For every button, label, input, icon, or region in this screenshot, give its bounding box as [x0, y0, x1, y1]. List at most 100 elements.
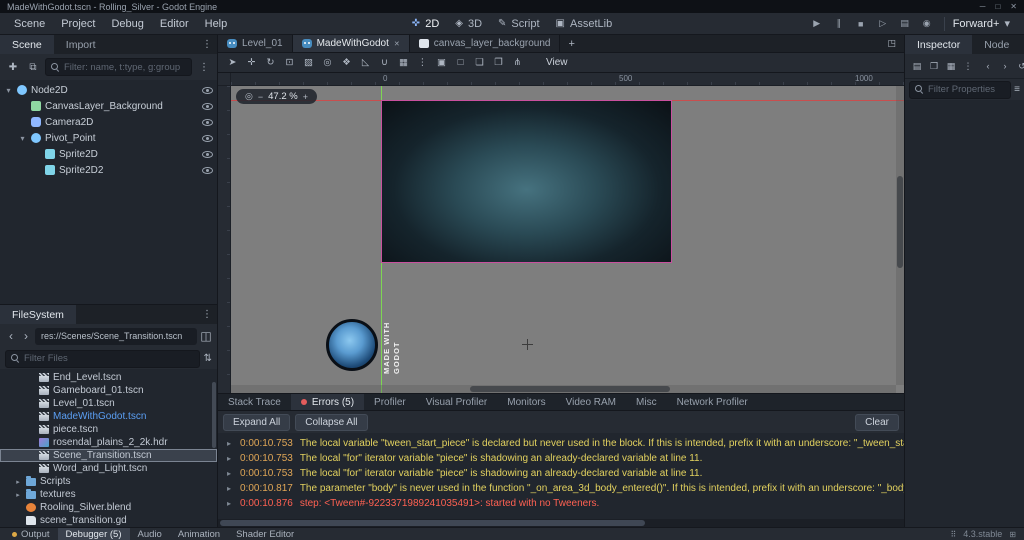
window-close-icon[interactable] [1010, 2, 1017, 11]
history-forward-icon[interactable] [998, 59, 1012, 73]
zoom-out-icon[interactable] [258, 92, 263, 102]
bottom-panel-tab[interactable]: Audio [130, 528, 170, 540]
new-scene-tab-icon[interactable] [560, 35, 582, 52]
debugger-tab[interactable]: Network Profiler [667, 394, 758, 410]
clear-button[interactable]: Clear [855, 413, 899, 431]
folder-expand-icon[interactable]: ▸ [14, 478, 22, 486]
file-row[interactable]: rosendal_plains_2_2k.hdr [0, 436, 217, 449]
file-row[interactable]: Scene_Transition.tscn [0, 449, 217, 462]
dock-menu-icon[interactable] [197, 305, 217, 324]
tab-close-icon[interactable] [394, 40, 400, 48]
error-row[interactable]: 0:00:10.817 The parameter "body" is neve… [218, 481, 904, 496]
bottom-panel-tab[interactable]: Animation [170, 528, 228, 540]
tree-expand-icon[interactable]: ▾ [18, 134, 27, 143]
scene-tree-node[interactable]: Sprite2D2 [0, 162, 217, 178]
debugger-tab[interactable]: Monitors [497, 394, 555, 410]
scene-tab[interactable]: Level_01 [218, 35, 293, 52]
menu-item[interactable]: Editor [152, 16, 197, 32]
visibility-eye-icon[interactable] [202, 150, 213, 158]
scene-tab[interactable]: MadeWithGodot [292, 35, 410, 52]
menu-item[interactable]: Help [197, 16, 236, 32]
instance-scene-icon[interactable] [25, 59, 41, 75]
nav-forward-icon[interactable] [20, 329, 32, 343]
renderer-select[interactable]: Forward+ [945, 17, 1018, 30]
workspace-tab[interactable]: 2D [412, 18, 439, 30]
tree-expand-icon[interactable]: ▾ [4, 86, 13, 95]
movie-maker-icon[interactable] [920, 17, 934, 31]
workspace-tab[interactable]: Script [498, 18, 539, 30]
expand-viewport-icon[interactable] [879, 35, 904, 52]
filter-properties-input[interactable] [928, 84, 1006, 95]
visibility-eye-icon[interactable] [202, 86, 213, 94]
nav-back-icon[interactable] [5, 329, 17, 343]
smart-snap-icon[interactable] [376, 55, 393, 71]
dock-tab[interactable]: Inspector [905, 35, 973, 54]
canvas-horizontal-scrollbar[interactable] [231, 385, 896, 393]
new-resource-icon[interactable] [910, 59, 924, 73]
current-path[interactable]: res://Scenes/Scene_Transition.tscn [35, 327, 197, 345]
canvas-2d[interactable]: MADE WITH GODOT 47.2 % [231, 86, 904, 393]
ruler-tool-icon[interactable] [357, 55, 374, 71]
file-row[interactable]: ▸ textures [0, 488, 217, 501]
visibility-eye-icon[interactable] [202, 102, 213, 110]
grid-snap-icon[interactable] [395, 55, 412, 71]
debugger-tab[interactable]: Profiler [364, 394, 416, 410]
sort-files-icon[interactable] [204, 353, 212, 364]
scrollbar-thumb[interactable] [220, 520, 646, 526]
play-scene-icon[interactable] [876, 17, 890, 31]
menu-item[interactable]: Scene [6, 16, 53, 32]
file-row[interactable]: MadeWithGodot.tscn [0, 410, 217, 423]
dock-tab[interactable]: Node [972, 35, 1022, 54]
zoom-reset-icon[interactable] [245, 91, 253, 102]
ungroup-object-icon[interactable] [490, 55, 507, 71]
scene-tree-node[interactable]: CanvasLayer_Background [0, 98, 217, 114]
group-object-icon[interactable] [471, 55, 488, 71]
debugger-tab[interactable]: Errors (5) [290, 394, 365, 410]
object-history-icon[interactable] [1015, 59, 1024, 73]
skeleton-options-icon[interactable] [509, 55, 526, 71]
filter-options-icon[interactable] [1014, 84, 1020, 95]
error-row[interactable]: 0:00:10.753 The local variable "tween_st… [218, 436, 904, 451]
file-row[interactable]: piece.tscn [0, 423, 217, 436]
scale-tool-icon[interactable] [281, 55, 298, 71]
error-row[interactable]: 0:00:10.753 The local "for" iterator var… [218, 451, 904, 466]
pivot-tool-icon[interactable] [319, 55, 336, 71]
select-region-icon[interactable] [300, 55, 317, 71]
snap-options-icon[interactable] [414, 55, 431, 71]
scene-tree-node[interactable]: ▾ Node2D [0, 82, 217, 98]
window-maximize-icon[interactable] [995, 2, 1000, 11]
error-expand-icon[interactable] [225, 469, 233, 478]
file-row[interactable]: End_Level.tscn [0, 371, 217, 384]
scene-tab[interactable]: canvas_layer_background [409, 35, 561, 52]
file-row[interactable]: ▸ Scripts [0, 475, 217, 488]
pause-icon[interactable] [832, 17, 846, 31]
resource-menu-icon[interactable] [961, 59, 975, 73]
workspace-tab[interactable]: 3D [455, 18, 482, 30]
file-row[interactable]: Word_and_Light.tscn [0, 462, 217, 475]
error-row[interactable]: 0:00:10.876 step: <Tween#-92233719892410… [218, 496, 904, 511]
error-expand-icon[interactable] [225, 454, 233, 463]
rotate-tool-icon[interactable] [262, 55, 279, 71]
menu-item[interactable]: Debug [103, 16, 151, 32]
add-node-icon[interactable] [5, 59, 21, 75]
scene-filter-input[interactable] [64, 61, 186, 73]
pan-tool-icon[interactable] [338, 55, 355, 71]
file-row[interactable]: scene_transition.gd [0, 514, 217, 527]
debugger-tab[interactable]: Stack Trace [218, 394, 291, 410]
file-row[interactable]: Gameboard_01.tscn [0, 384, 217, 397]
debugger-tab[interactable]: Misc [626, 394, 667, 410]
visibility-eye-icon[interactable] [202, 134, 213, 142]
unlock-object-icon[interactable] [452, 55, 469, 71]
scene-tree-node[interactable]: Camera2D [0, 114, 217, 130]
dock-tab[interactable]: Import [53, 35, 108, 54]
file-filter-input[interactable] [24, 353, 194, 364]
debugger-tab[interactable]: Video RAM [556, 394, 626, 410]
file-row[interactable]: Level_01.tscn [0, 397, 217, 410]
layout-grid-icon[interactable] [1009, 530, 1016, 539]
dock-menu-icon[interactable] [197, 35, 217, 54]
dock-tab[interactable]: Scene [0, 35, 54, 54]
zoom-level[interactable]: 47.2 % [268, 91, 298, 102]
view-menu-button[interactable]: View [538, 56, 576, 69]
file-row[interactable]: Rooling_Silver.blend [0, 501, 217, 514]
lock-object-icon[interactable] [433, 55, 450, 71]
